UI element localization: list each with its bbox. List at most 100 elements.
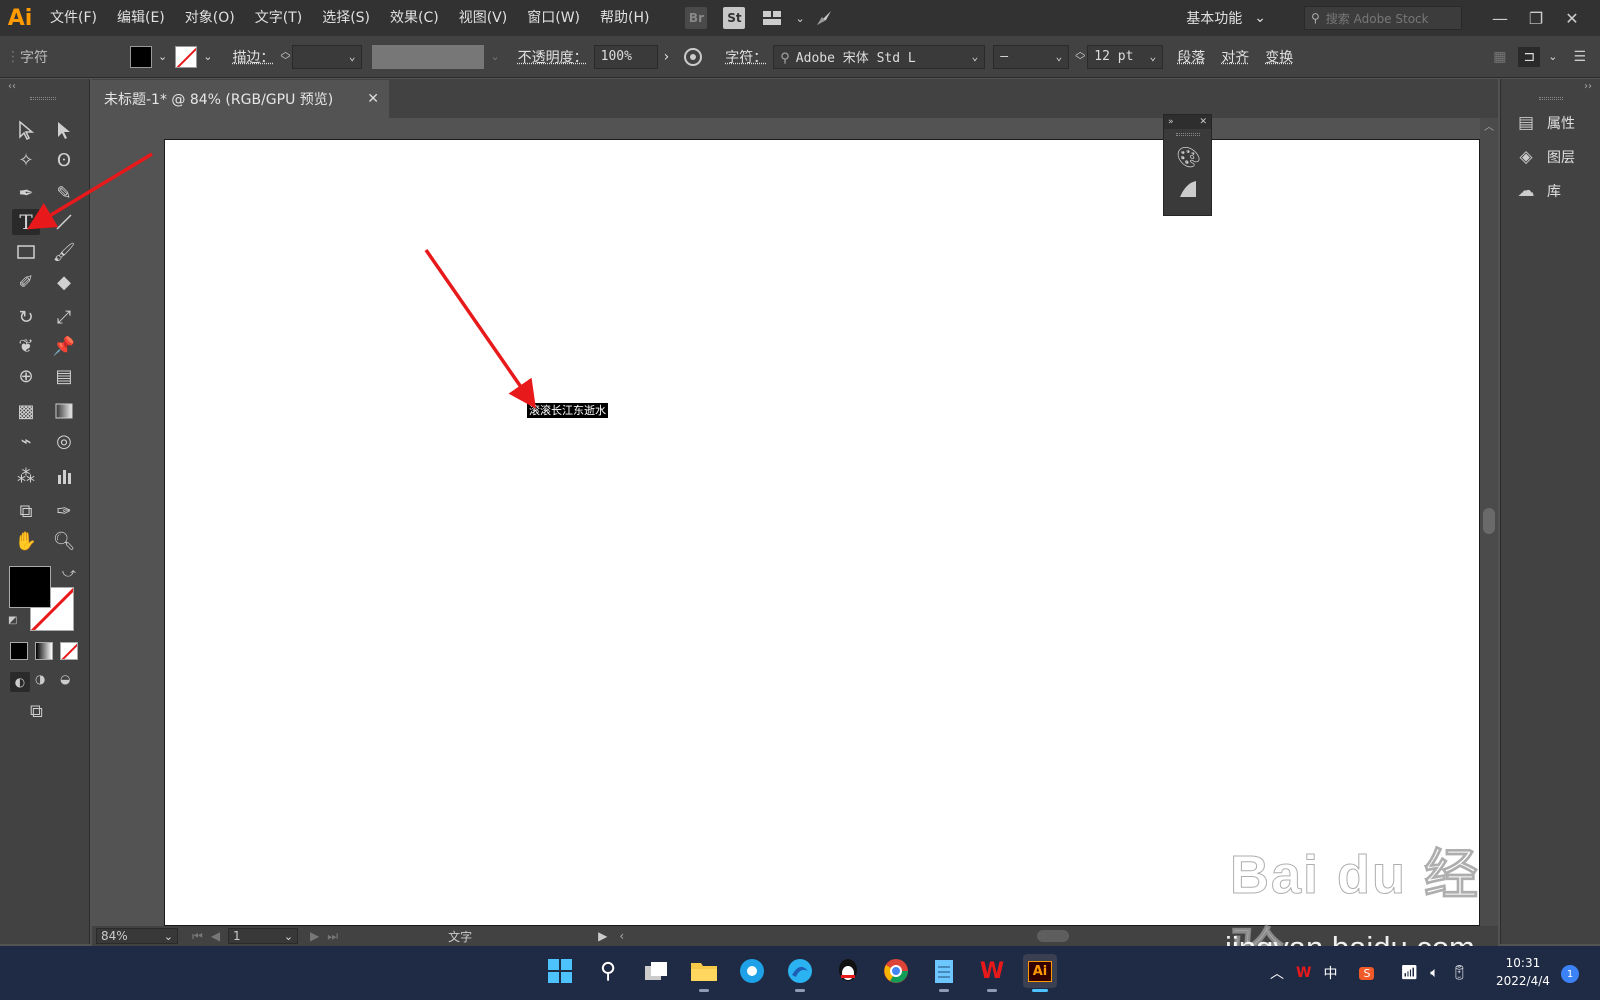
panel-properties[interactable]: ▤ 属性	[1515, 109, 1595, 137]
font-family-dropdown[interactable]: ⚲ Adobe 宋体 Std L ⌄	[773, 44, 986, 69]
bridge-icon[interactable]: Br	[685, 7, 708, 29]
document-tab[interactable]: 未标题-1* @ 84% (RGB/GPU 预览) ✕	[92, 80, 389, 118]
sogou-ime-icon[interactable]: S	[1359, 966, 1375, 980]
battery-icon[interactable]: 🔋︎	[1451, 965, 1469, 981]
gpu-performance-icon[interactable]	[813, 7, 835, 29]
font-size-dropdown[interactable]: 12 pt ⌄	[1087, 44, 1164, 69]
eraser-tool-icon[interactable]: ◆	[50, 269, 78, 295]
artboard-number-dropdown[interactable]: 1 ⌄	[228, 928, 299, 944]
next-artboard-icon[interactable]: ▶	[310, 929, 319, 943]
wifi-icon[interactable]: 📶︎	[1400, 965, 1418, 981]
minimize-button[interactable]: —	[1482, 9, 1518, 28]
color-mode-button[interactable]	[10, 642, 28, 660]
menu-view[interactable]: 视图(V)	[449, 0, 518, 36]
chevron-right-icon[interactable]: ›	[664, 49, 670, 65]
expand-icon[interactable]: »	[1168, 115, 1174, 129]
scale-tool-icon[interactable]: ⤢	[50, 304, 78, 330]
task-view-icon[interactable]	[639, 954, 673, 988]
character-label[interactable]: 字符：	[725, 47, 767, 67]
draw-inside-icon[interactable]: ◒	[60, 672, 70, 686]
workspace-switcher[interactable]: 基本功能 ⌄	[1178, 8, 1274, 28]
chevron-up-icon[interactable]: ︿	[1270, 963, 1284, 983]
arrange-documents-icon[interactable]	[761, 7, 783, 29]
edge-icon[interactable]	[735, 954, 769, 988]
pen-tool-icon[interactable]: ✒	[12, 180, 40, 206]
clock[interactable]: 10:31 2022/4/4	[1496, 954, 1550, 990]
fill-swatch[interactable]	[130, 45, 152, 68]
file-explorer-icon[interactable]	[687, 954, 721, 992]
ime-indicator[interactable]: 中	[1323, 963, 1337, 983]
paintbrush-tool-icon[interactable]: 🖌	[50, 239, 78, 265]
menu-select[interactable]: 选择(S)	[312, 0, 380, 36]
line-tool-icon[interactable]	[50, 209, 78, 235]
wps-icon[interactable]: W	[975, 954, 1009, 992]
font-style-dropdown[interactable]: – ⌄	[993, 44, 1070, 69]
draw-normal-icon[interactable]: ◐	[10, 672, 30, 692]
touch-type-icon[interactable]: ⊐	[1518, 46, 1541, 67]
type-tool-icon[interactable]: T	[12, 209, 40, 235]
chevron-down-icon[interactable]: ⌄	[158, 50, 167, 63]
rotate-tool-icon[interactable]: ↻	[12, 304, 40, 330]
qq-icon[interactable]	[831, 954, 865, 988]
gradient-tool-icon[interactable]	[50, 398, 78, 424]
notification-badge[interactable]: 1	[1561, 965, 1579, 983]
isolation-icon[interactable]: ▦	[1493, 49, 1506, 65]
panel-libraries[interactable]: ☁ 库	[1515, 177, 1595, 205]
lasso-tool-icon[interactable]: ʘ	[50, 147, 78, 173]
zoom-dropdown[interactable]: 84% ⌄	[96, 928, 178, 944]
artboard[interactable]: 滚滚长江东逝水	[164, 139, 1480, 926]
opacity-input[interactable]: 100%	[593, 44, 658, 69]
gradient-mode-button[interactable]	[35, 642, 53, 660]
first-artboard-icon[interactable]: ⏮	[192, 929, 203, 944]
menu-file[interactable]: 文件(F)	[40, 0, 107, 36]
search-icon[interactable]: ⚲	[591, 954, 625, 988]
volume-icon[interactable]: 🔈︎	[1430, 965, 1438, 981]
menu-edit[interactable]: 编辑(E)	[107, 0, 175, 36]
shape-builder-tool-icon[interactable]: ⊕	[12, 363, 40, 389]
collapse-icon[interactable]: ‹‹	[8, 81, 16, 92]
stock-icon[interactable]: St	[723, 7, 746, 29]
magic-wand-tool-icon[interactable]: ✧	[12, 147, 40, 173]
transform-link[interactable]: 变换	[1265, 47, 1293, 67]
screen-mode-icon[interactable]: ⧉	[30, 701, 43, 722]
collapse-icon[interactable]: ››	[1584, 81, 1592, 92]
align-link[interactable]: 对齐	[1221, 47, 1249, 67]
selected-text-object[interactable]: 滚滚长江东逝水	[527, 403, 608, 418]
default-colors-icon[interactable]: ◩	[8, 615, 17, 626]
chevron-down-icon[interactable]: ⌄	[490, 50, 499, 63]
menu-object[interactable]: 对象(O)	[175, 0, 245, 36]
chevron-down-icon[interactable]: ⌄	[1548, 50, 1557, 63]
perspective-grid-tool-icon[interactable]: ▤	[50, 363, 78, 389]
recolor-artwork-icon[interactable]	[683, 47, 703, 67]
scroll-left-icon[interactable]: ‹	[619, 929, 624, 943]
swap-colors-icon[interactable]: ⤻	[62, 566, 76, 581]
variable-width-dropdown[interactable]	[372, 44, 485, 69]
close-icon[interactable]: ✕	[1199, 115, 1207, 129]
zoom-tool-icon[interactable]: 🔍︎	[50, 528, 78, 554]
column-graph-tool-icon[interactable]	[50, 463, 78, 489]
none-mode-button[interactable]	[60, 642, 78, 660]
menu-effect[interactable]: 效果(C)	[380, 0, 449, 36]
status-menu-icon[interactable]: ▶	[598, 929, 607, 943]
panel-layers[interactable]: ◈ 图层	[1515, 143, 1595, 171]
opacity-label[interactable]: 不透明度：	[518, 47, 588, 67]
warp-tool-icon[interactable]: ❦	[12, 333, 40, 359]
notepad-icon[interactable]	[927, 954, 961, 992]
stroke-label[interactable]: 描边：	[232, 47, 274, 67]
edge-browser-icon[interactable]	[783, 954, 817, 992]
close-window-button[interactable]: ✕	[1554, 9, 1590, 28]
floating-panel-header[interactable]: » ✕	[1164, 115, 1211, 129]
restore-button[interactable]: ❐	[1518, 9, 1554, 28]
eyedropper-tool-icon[interactable]: ⌁	[12, 428, 40, 454]
fill-color-front[interactable]	[9, 566, 51, 608]
direct-selection-tool-icon[interactable]	[50, 117, 78, 143]
chevron-down-icon[interactable]: ⌄	[795, 12, 804, 25]
stepper-icon[interactable]: ︿ ﹀	[1075, 47, 1085, 66]
illustrator-taskbar-icon[interactable]: Ai	[1023, 954, 1057, 992]
menu-type[interactable]: 文字(T)	[245, 0, 312, 36]
previous-artboard-icon[interactable]: ◀	[211, 929, 220, 943]
chevron-up-icon[interactable]: ︿	[1484, 118, 1494, 133]
selection-tool-icon[interactable]	[12, 117, 40, 143]
vertical-scroll-thumb[interactable]	[1483, 508, 1495, 534]
menu-help[interactable]: 帮助(H)	[590, 0, 659, 36]
